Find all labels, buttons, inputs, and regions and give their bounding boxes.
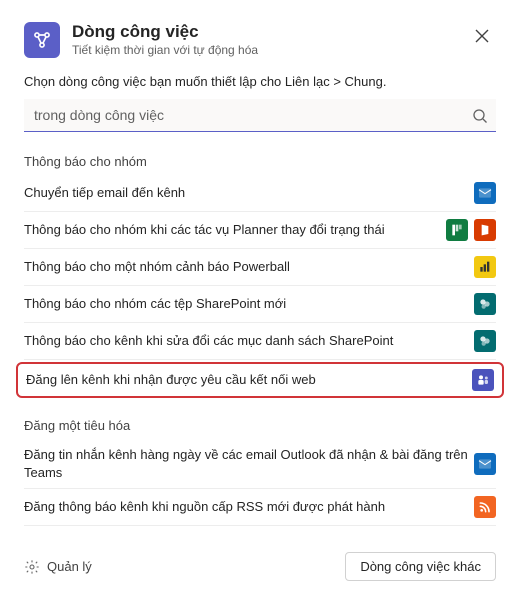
workflow-sections: Thông báo cho nhóm Chuyển tiếp email đến … <box>24 154 496 526</box>
workflow-row[interactable]: Thông báo cho nhóm các tệp SharePoint mớ… <box>24 286 496 323</box>
manage-link[interactable]: Quản lý <box>24 559 92 575</box>
close-button[interactable] <box>468 22 496 50</box>
sharepoint-icon <box>474 330 496 352</box>
workflow-icons <box>474 256 496 278</box>
workflow-label: Đăng lên kênh khi nhận được yêu cầu kết … <box>26 371 472 389</box>
workflow-label: Thông báo cho nhóm các tệp SharePoint mớ… <box>24 295 474 313</box>
workflow-label: Đăng thông báo kênh khi nguồn cấp RSS mớ… <box>24 498 474 516</box>
workflow-label: Thông báo cho một nhóm cảnh báo Powerbal… <box>24 258 474 276</box>
header-text: Dòng công việc Tiết kiệm thời gian với t… <box>72 22 456 57</box>
workflow-row[interactable]: Đăng thông báo kênh khi nguồn cấp RSS mớ… <box>24 489 496 526</box>
workflow-icons <box>474 182 496 204</box>
powerbi-icon <box>474 256 496 278</box>
more-workflows-button[interactable]: Dòng công việc khác <box>345 552 496 581</box>
workflow-icons <box>472 369 494 391</box>
section-heading: Đăng một tiêu hóa <box>24 418 496 433</box>
search-input[interactable] <box>24 99 496 132</box>
workflow-label: Thông báo cho nhóm khi các tác vụ Planne… <box>24 221 446 239</box>
workflow-icons <box>474 293 496 315</box>
outlook-icon <box>474 182 496 204</box>
teams-icon <box>472 369 494 391</box>
search-container <box>24 99 496 132</box>
rss-icon <box>474 496 496 518</box>
workflow-row[interactable]: Thông báo cho nhóm khi các tác vụ Planne… <box>24 212 496 249</box>
workflow-icon <box>24 22 60 58</box>
workflow-icons <box>474 496 496 518</box>
prompt-text: Chọn dòng công việc bạn muốn thiết lập c… <box>24 74 496 89</box>
close-icon <box>475 29 489 43</box>
sharepoint-icon <box>474 293 496 315</box>
workflow-icons <box>474 453 496 475</box>
workflow-label: Đăng tin nhắn kênh hàng ngày về các emai… <box>24 446 474 481</box>
workflow-label: Thông báo cho kênh khi sửa đổi các mục d… <box>24 332 474 350</box>
workflow-row[interactable]: Đăng lên kênh khi nhận được yêu cầu kết … <box>16 362 504 398</box>
workflow-row[interactable]: Thông báo cho một nhóm cảnh báo Powerbal… <box>24 249 496 286</box>
manage-label: Quản lý <box>47 559 92 574</box>
modal-subtitle: Tiết kiệm thời gian với tự động hóa <box>72 43 456 57</box>
outlook-icon <box>474 453 496 475</box>
workflows-modal: Dòng công việc Tiết kiệm thời gian với t… <box>0 0 520 595</box>
workflow-label: Chuyển tiếp email đến kênh <box>24 184 474 202</box>
workflow-icons <box>474 330 496 352</box>
modal-header: Dòng công việc Tiết kiệm thời gian với t… <box>24 22 496 58</box>
workflow-icons <box>446 219 496 241</box>
workflow-row[interactable]: Chuyển tiếp email đến kênh <box>24 175 496 212</box>
workflow-row[interactable]: Thông báo cho kênh khi sửa đổi các mục d… <box>24 323 496 360</box>
gear-icon <box>24 559 40 575</box>
section-heading: Thông báo cho nhóm <box>24 154 496 169</box>
workflow-row[interactable]: Đăng tin nhắn kênh hàng ngày về các emai… <box>24 439 496 489</box>
planner-icon <box>446 219 468 241</box>
office-icon <box>474 219 496 241</box>
modal-title: Dòng công việc <box>72 22 456 42</box>
modal-footer: Quản lý Dòng công việc khác <box>24 544 496 581</box>
